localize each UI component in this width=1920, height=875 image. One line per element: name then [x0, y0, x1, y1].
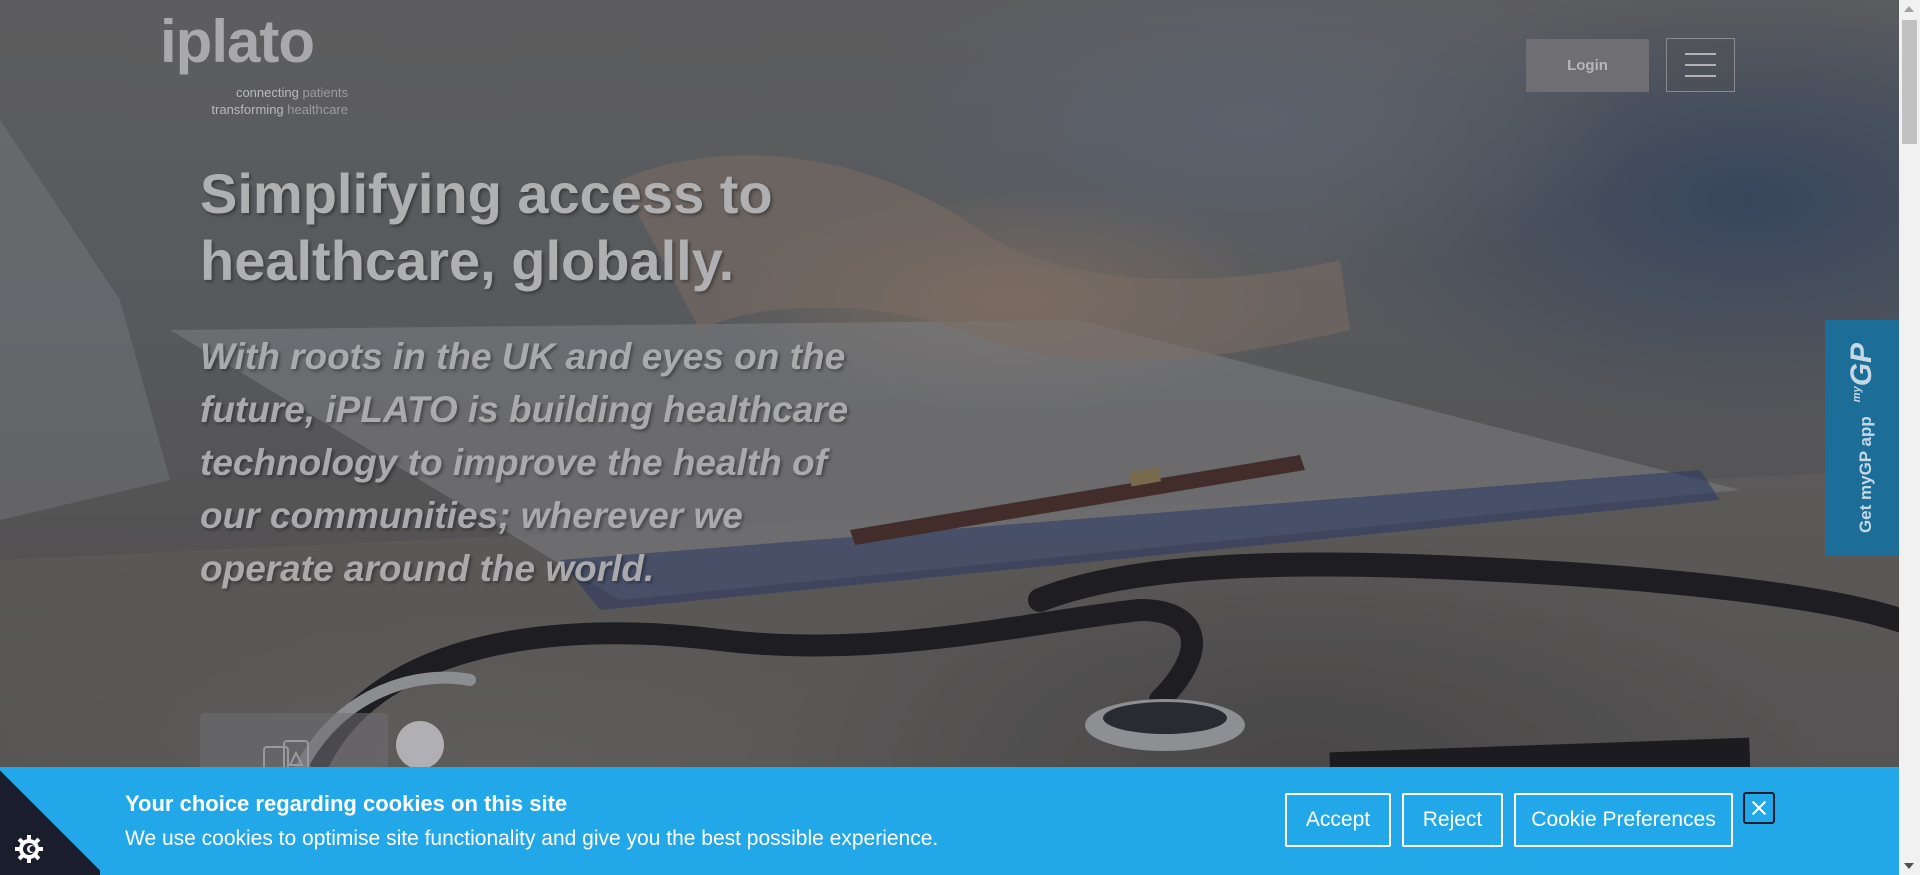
hero-feature-card[interactable] — [200, 713, 388, 773]
scrollbar-thumb[interactable] — [1902, 20, 1917, 144]
side-tab-content: Get myGP app myGP — [1845, 343, 1879, 533]
logo-tagline-healthcare: healthcare — [287, 102, 348, 117]
close-icon[interactable] — [1743, 792, 1775, 824]
cookie-reject-button[interactable]: Reject — [1402, 793, 1503, 847]
logo-tagline-transforming: transforming — [211, 102, 284, 117]
menu-bar — [1685, 75, 1716, 77]
logo-tagline-line2: transforming healthcare — [211, 103, 348, 116]
hero-subline: With roots in the UK and eyes on the fut… — [200, 336, 849, 589]
cookie-banner-text: We use cookies to optimise site function… — [125, 827, 939, 850]
side-tab-label: Get myGP app — [1856, 416, 1875, 534]
login-button[interactable]: Login — [1526, 39, 1649, 92]
logo-wordmark: iplato — [160, 8, 315, 75]
cookie-preferences-button[interactable]: Cookie Preferences — [1514, 793, 1733, 847]
vertical-scrollbar[interactable] — [1899, 0, 1920, 875]
cookie-gear-icon[interactable] — [14, 834, 44, 864]
menu-bar — [1685, 64, 1716, 66]
get-mygp-app-tab[interactable]: Get myGP app myGP — [1825, 320, 1899, 556]
cookie-accept-button[interactable]: Accept — [1285, 793, 1391, 847]
cookie-banner: Your choice regarding cookies on this si… — [0, 767, 1899, 875]
menu-bar — [1685, 53, 1716, 55]
cookie-settings-corner[interactable] — [0, 767, 100, 875]
scroll-down-arrow-icon[interactable] — [1904, 863, 1914, 869]
mygp-logo-text: GP — [1845, 342, 1878, 387]
scroll-up-arrow-icon[interactable] — [1904, 6, 1914, 12]
iplato-logo[interactable]: iplato connecting patients transforming … — [160, 12, 360, 122]
logo-tagline-line1: connecting patients — [236, 86, 348, 99]
cookie-banner-title: Your choice regarding cookies on this si… — [125, 791, 568, 816]
logo-tagline-connecting: connecting — [235, 85, 299, 100]
mygp-logo-prefix: my — [1851, 386, 1863, 403]
hero-headline: Simplifying access to healthcare, global… — [200, 162, 773, 292]
hamburger-menu-icon[interactable] — [1666, 38, 1735, 92]
mygp-logo-icon: myGP — [1845, 343, 1879, 402]
logo-tagline-patients: patients — [302, 85, 348, 100]
